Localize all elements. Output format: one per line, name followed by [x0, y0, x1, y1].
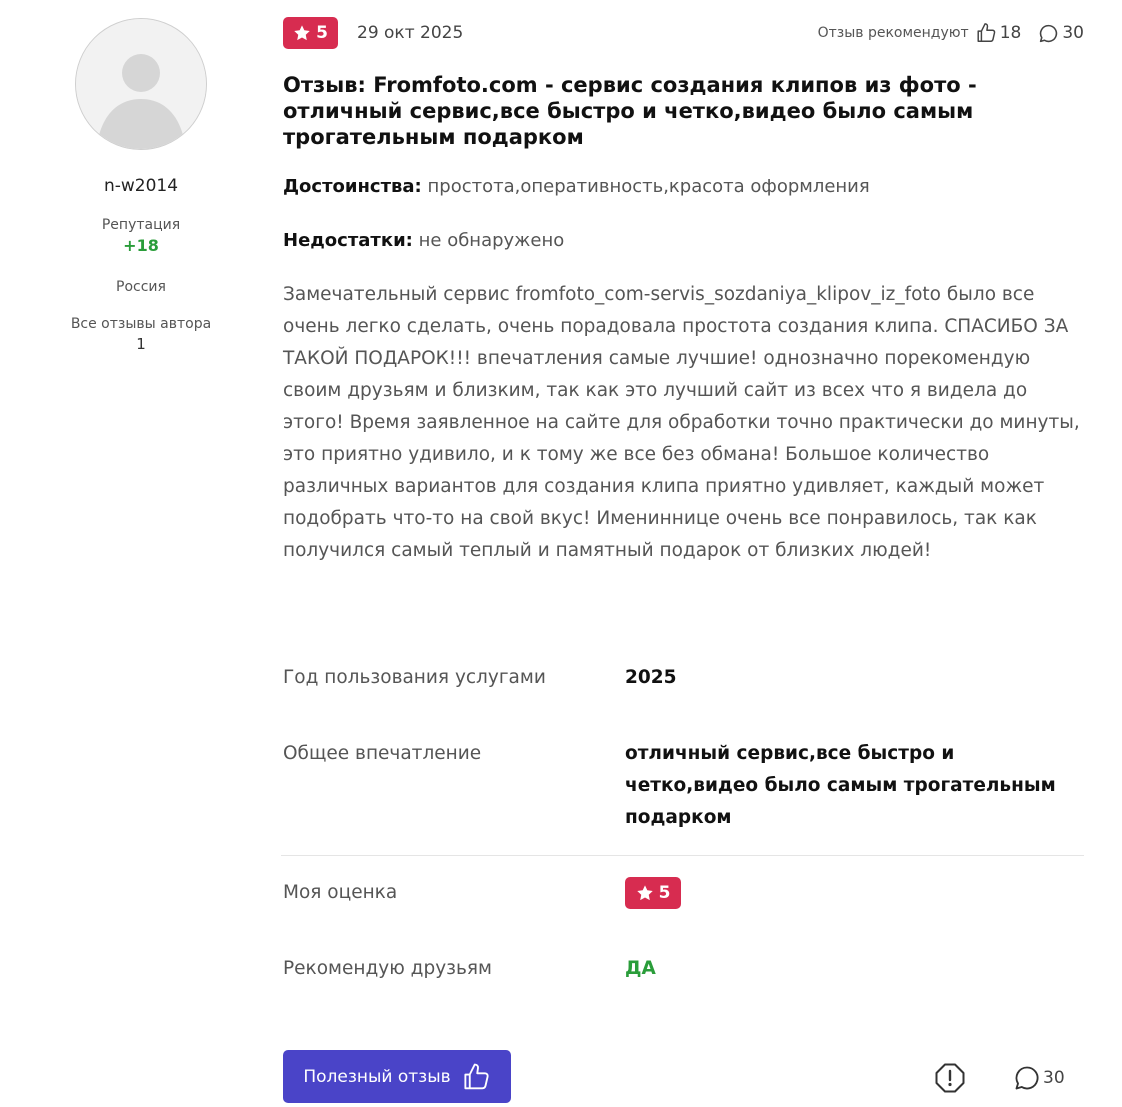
rating-badge: 5 [283, 17, 338, 49]
recommend-friends-value: ДА [625, 958, 656, 979]
my-rating-label: Моя оценка [283, 882, 398, 903]
footer-comments-button[interactable]: 30 [1013, 1064, 1065, 1092]
all-reviews-link[interactable]: Все отзывы автора [40, 316, 242, 332]
year-value: 2025 [625, 667, 677, 688]
pros-label: Достоинства: [283, 176, 422, 197]
recommend-label: Отзыв рекомендуют [817, 25, 969, 41]
comment-icon [1015, 1066, 1039, 1090]
review-title: Отзыв: Fromfoto.com - сервис создания кл… [283, 73, 977, 149]
thumbs-up-icon [464, 1063, 489, 1089]
pros-text: простота,оперативность,красота оформлени… [427, 176, 870, 197]
impression-value: отличный сервис,все быстро и четко,видео… [625, 743, 1056, 828]
author-panel: n-w2014 Репутация +18 Россия Все отзывы … [40, 18, 242, 353]
likes-counter[interactable]: 18 [975, 22, 1022, 44]
reputation-value: +18 [123, 236, 159, 255]
recommend-friends-label: Рекомендую друзьям [283, 958, 492, 979]
avatar[interactable] [75, 18, 207, 150]
comments-counter[interactable]: 30 [1038, 23, 1084, 44]
review-body: Замечательный сервис fromfoto_com-servis… [283, 284, 1080, 561]
helpful-review-button[interactable]: Полезный отзыв [283, 1050, 511, 1103]
footer-comments-count: 30 [1043, 1068, 1065, 1088]
report-icon [935, 1063, 965, 1093]
my-rating-badge: 5 [625, 877, 681, 909]
helpful-review-label: Полезный отзыв [303, 1066, 451, 1087]
star-icon [294, 25, 310, 41]
cons-text: не обнаружено [418, 230, 565, 251]
review-page: n-w2014 Репутация +18 Россия Все отзывы … [0, 0, 1122, 1107]
user-avatar-icon [76, 19, 206, 149]
thumbs-up-icon [977, 23, 996, 42]
author-country: Россия [116, 279, 166, 295]
reputation-label: Репутация [101, 217, 181, 233]
rating-value: 5 [316, 23, 328, 43]
review-stats: Отзыв рекомендуют 18 30 [818, 22, 1084, 44]
review-date: 29 окт 2025 [357, 23, 464, 43]
author-name[interactable]: n-w2014 [40, 176, 242, 196]
likes-count: 18 [999, 23, 1022, 43]
cons-label: Недостатки: [283, 230, 413, 251]
divider [281, 855, 1084, 856]
all-reviews-count: 1 [136, 335, 146, 353]
cons-line: Недостатки: не обнаружено [283, 230, 1093, 251]
comment-icon [1040, 24, 1058, 42]
comments-count: 30 [1062, 23, 1084, 43]
my-rating-value: 5 [658, 883, 671, 903]
star-icon [636, 885, 653, 901]
report-button[interactable] [934, 1062, 966, 1094]
impression-label: Общее впечатление [283, 743, 482, 764]
pros-line: Достоинства: простота,оперативность,крас… [283, 176, 1093, 197]
year-label: Год пользования услугами [283, 667, 546, 688]
